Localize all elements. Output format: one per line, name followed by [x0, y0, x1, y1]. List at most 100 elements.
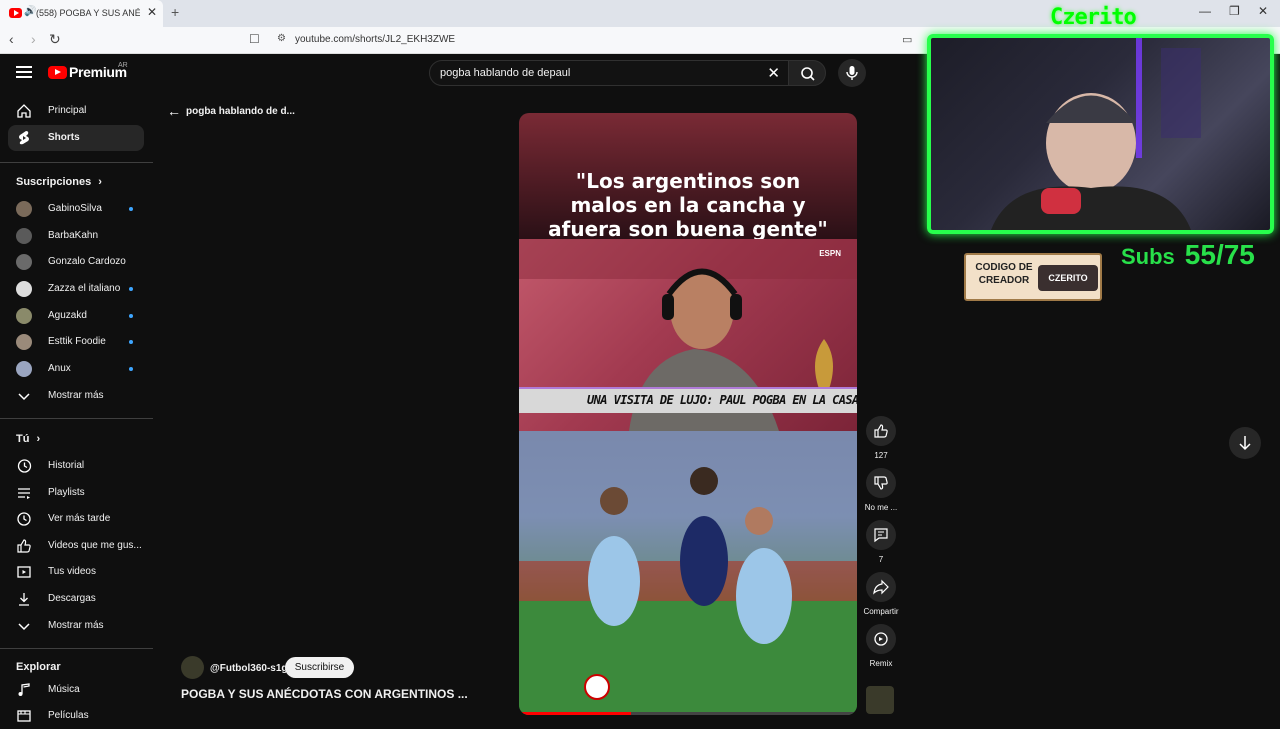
sidebar-item-movies[interactable]: Películas — [8, 703, 144, 729]
sidebar-item-label: Anux — [48, 363, 71, 374]
explore-heading: Explorar — [16, 661, 61, 673]
sidebar-item-music[interactable]: Música — [8, 677, 144, 703]
sidebar-item-label: Descargas — [48, 593, 96, 604]
video-progress-bar[interactable] — [519, 712, 857, 715]
sidebar-item-liked-videos[interactable]: Videos que me gus... — [8, 533, 144, 559]
new-content-dot — [129, 340, 133, 344]
voice-search-button[interactable] — [838, 59, 866, 87]
you-heading[interactable]: Tú › — [16, 433, 40, 445]
thumbs-up-icon — [17, 539, 31, 553]
comments-button[interactable]: 7 — [863, 520, 899, 564]
sidebar-item-principal[interactable]: Principal — [8, 98, 144, 124]
youtube-favicon-icon — [9, 8, 22, 18]
sidebar-item-downloads[interactable]: Descargas — [8, 586, 144, 612]
video-interview-frame: ESPN UNA VISITA DE LUJO: PAUL POGBA EN L… — [519, 239, 857, 431]
dislike-button[interactable]: No me ... — [863, 468, 899, 512]
clear-search-icon[interactable]: ✕ — [767, 64, 780, 82]
minimize-window-icon[interactable]: — — [1199, 4, 1211, 18]
url-field[interactable]: youtube.com/shorts/JL2_EKH3ZWE — [295, 34, 455, 45]
cast-icon[interactable]: ▭ — [902, 33, 912, 46]
new-tab-button[interactable]: + — [171, 4, 179, 20]
site-info-icon[interactable]: ⚙ — [277, 33, 286, 44]
bookmark-icon[interactable]: ☐ — [249, 32, 260, 46]
sidebar-item-label: Ver más tarde — [48, 513, 111, 524]
new-content-dot — [129, 367, 133, 371]
channel-avatar[interactable] — [181, 656, 204, 679]
music-icon — [18, 683, 30, 696]
sidebar-item-watch-later[interactable]: Ver más tarde — [8, 506, 144, 532]
close-tab-icon[interactable]: ✕ — [147, 5, 157, 19]
divider — [0, 418, 153, 419]
sidebar-item-subscription[interactable]: BarbaKahn — [8, 223, 144, 249]
short-title[interactable]: POGBA Y SUS ANÉCDOTAS CON ARGENTINOS ... — [181, 687, 468, 701]
video-lower-third: UNA VISITA DE LUJO: PAUL POGBA EN LA CAS… — [519, 387, 857, 413]
remix-label: Remix — [869, 659, 893, 668]
avatar — [16, 201, 32, 217]
avatar — [16, 228, 32, 244]
share-button[interactable]: Compartir — [863, 572, 899, 616]
subs-counter: Subs 55/75 — [1121, 239, 1255, 271]
sidebar-item-subscription[interactable]: Esttik Foodie — [8, 329, 144, 355]
forward-icon[interactable]: › — [31, 31, 36, 47]
search-box[interactable]: pogba hablando de depaul ✕ — [429, 60, 789, 86]
sidebar-item-subscription[interactable]: Zazza el italiano — [8, 276, 144, 302]
avatar — [16, 281, 32, 297]
video-caption-area: "Los argentinos son malos en la cancha y… — [519, 113, 857, 241]
sidebar-item-label: Zazza el italiano — [48, 283, 121, 294]
restore-window-icon[interactable]: ❐ — [1229, 4, 1240, 18]
download-icon — [19, 593, 29, 606]
like-button[interactable]: 127 — [863, 416, 899, 460]
next-short-button[interactable] — [1229, 427, 1261, 459]
search-button[interactable] — [788, 60, 826, 86]
sidebar-item-label: BarbaKahn — [48, 230, 99, 241]
sidebar-item-shorts[interactable]: Shorts — [8, 125, 144, 151]
sidebar-item-label: Mostrar más — [48, 390, 104, 401]
creator-code-value: CZERITO — [1038, 265, 1098, 291]
search-icon — [801, 67, 815, 81]
film-icon — [17, 710, 31, 722]
new-content-dot — [129, 287, 133, 291]
subscribe-button[interactable]: Suscribirse — [285, 657, 354, 678]
remix-icon — [874, 632, 888, 646]
avatar — [16, 308, 32, 324]
sidebar-item-historial[interactable]: Historial — [8, 453, 144, 479]
sidebar-item-your-videos[interactable]: Tus videos — [8, 559, 144, 585]
audio-track-thumbnail[interactable] — [866, 686, 894, 714]
sidebar-item-subscription[interactable]: Anux — [8, 356, 144, 382]
remix-button[interactable]: Remix — [863, 624, 899, 668]
sidebar-item-playlists[interactable]: Playlists — [8, 480, 144, 506]
reload-icon[interactable]: ↻ — [49, 31, 61, 48]
sidebar-item-subscription[interactable]: Aguzakd — [8, 303, 144, 329]
speaker-icon[interactable]: 🔊 — [24, 6, 36, 17]
streamer-name: Czerito — [1050, 5, 1137, 30]
video-progress-fill — [519, 712, 631, 715]
clock-icon — [17, 512, 31, 526]
sidebar-item-subscription[interactable]: GabinoSilva — [8, 196, 144, 222]
subs-value: 55/75 — [1184, 239, 1255, 270]
menu-icon[interactable] — [16, 66, 32, 78]
sidebar-item-label: Películas — [48, 710, 89, 721]
sidebar-show-more-subs[interactable]: Mostrar más — [8, 383, 144, 409]
channel-name[interactable]: @Futbol360-s1g — [210, 663, 288, 674]
lower-third-text: UNA VISITA DE LUJO: PAUL POGBA EN LA CAS… — [587, 393, 857, 407]
browser-tab[interactable]: 🔊 (558) POGBA Y SUS ANÉCDO ✕ — [0, 0, 163, 27]
subs-label: Subs — [1121, 244, 1175, 269]
creator-code-label: CODIGO DE CREADOR — [975, 262, 1033, 286]
sidebar-item-label: Playlists — [48, 487, 85, 498]
thumbs-down-icon — [874, 476, 888, 490]
subscriptions-heading[interactable]: Suscripciones › — [16, 176, 102, 188]
creator-code-badge: CODIGO DE CREADOR CZERITO — [964, 253, 1102, 301]
chevron-right-icon: › — [98, 176, 102, 188]
search-input[interactable]: pogba hablando de depaul — [440, 67, 570, 79]
chevron-down-icon — [18, 393, 30, 401]
sidebar-show-more-you[interactable]: Mostrar más — [8, 613, 144, 639]
playlists-icon — [18, 488, 30, 499]
back-icon[interactable]: ‹ — [9, 31, 14, 47]
divider — [0, 162, 153, 163]
video-caption: "Los argentinos son malos en la cancha y… — [548, 169, 828, 241]
shorts-icon — [19, 131, 29, 145]
close-window-icon[interactable]: ✕ — [1258, 4, 1268, 18]
history-icon — [17, 459, 32, 473]
short-video-player[interactable]: "Los argentinos son malos en la cancha y… — [519, 113, 857, 715]
sidebar-item-subscription[interactable]: Gonzalo Cardozo — [8, 249, 144, 275]
